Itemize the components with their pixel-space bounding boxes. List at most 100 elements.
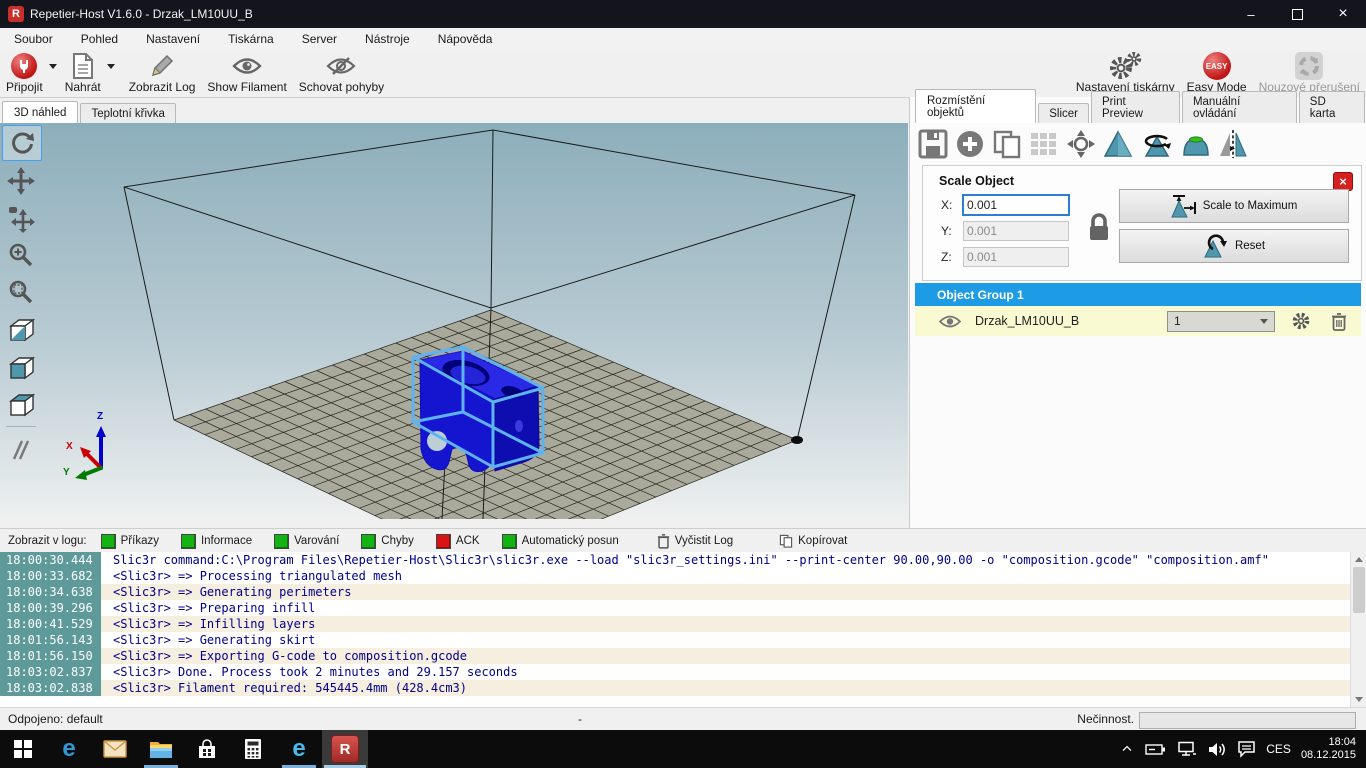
- toggle-prikazy[interactable]: Příkazy: [101, 534, 159, 549]
- menu-server[interactable]: Server: [288, 28, 351, 50]
- object-visibility-toggle[interactable]: [939, 315, 961, 328]
- show-log-button[interactable]: Zobrazit Log: [123, 50, 202, 97]
- cut-object-button[interactable]: [1181, 129, 1211, 159]
- lock-scale-toggle[interactable]: [1086, 212, 1112, 244]
- tab-slicer[interactable]: Slicer: [1038, 103, 1089, 123]
- toggle-automaticky-posun[interactable]: Automatický posun: [502, 534, 619, 549]
- toggle-varovani[interactable]: Varování: [274, 534, 339, 549]
- log-toggle-swatch-5: [502, 534, 517, 549]
- toggle-chyby[interactable]: Chyby: [361, 534, 414, 549]
- tab-3d-nahled[interactable]: 3D náhled: [2, 101, 78, 123]
- taskbar-clock[interactable]: 18:04 08.12.2015: [1301, 736, 1356, 762]
- log-row: 18:00:41.529 <Slic3r> => Infilling layer…: [0, 616, 1350, 632]
- viewport-3d[interactable]: Z X Y: [0, 123, 908, 519]
- iso-view-button[interactable]: [2, 313, 40, 347]
- rotate-view-button[interactable]: [2, 125, 42, 161]
- save-button[interactable]: [918, 129, 948, 159]
- move-view-button[interactable]: [2, 164, 40, 198]
- copy-object-button[interactable]: [992, 129, 1022, 159]
- menu-nastroje[interactable]: Nástroje: [351, 28, 424, 50]
- rotate-object-button[interactable]: [1140, 129, 1174, 159]
- tab-manualni-ovladani[interactable]: Manuální ovládání: [1182, 91, 1297, 123]
- scale-to-maximum-button[interactable]: Scale to Maximum: [1119, 189, 1349, 223]
- log-time: 18:01:56.150: [0, 648, 101, 664]
- log-scrollbar[interactable]: [1350, 552, 1366, 707]
- app-icon: R: [8, 6, 24, 22]
- menu-tiskarna[interactable]: Tiskárna: [214, 28, 288, 50]
- close-button[interactable]: ×: [1320, 0, 1366, 28]
- minimize-button[interactable]: –: [1228, 0, 1274, 28]
- scale-z-input[interactable]: [963, 247, 1069, 267]
- load-button[interactable]: Nahrát: [59, 50, 107, 97]
- toggle-ack[interactable]: ACK: [436, 534, 480, 549]
- show-filament-button[interactable]: Show Filament: [201, 50, 292, 97]
- parallel-projection-button[interactable]: [2, 433, 40, 467]
- language-indicator[interactable]: CES: [1266, 742, 1291, 756]
- scroll-up-icon[interactable]: [1355, 557, 1363, 562]
- add-object-button[interactable]: [955, 129, 985, 159]
- hide-moves-button[interactable]: Schovat pohyby: [293, 50, 390, 97]
- copies-dropdown[interactable]: 1: [1167, 311, 1275, 332]
- start-button[interactable]: [0, 730, 46, 768]
- center-object-button[interactable]: [1066, 129, 1096, 159]
- log-row: 18:01:56.143 <Slic3r> => Generating skir…: [0, 632, 1350, 648]
- speaker-icon[interactable]: [1207, 741, 1227, 758]
- taskbar-internet-explorer[interactable]: e: [276, 730, 322, 768]
- menu-soubor[interactable]: Soubor: [0, 28, 67, 50]
- mirror-object-button[interactable]: [1218, 129, 1248, 159]
- object-row[interactable]: Drzak_LM10UU_B 1: [915, 306, 1361, 336]
- tab-sd-karta[interactable]: SD karta: [1299, 91, 1365, 123]
- menu-nastaveni[interactable]: Nastavení: [132, 28, 214, 50]
- top-view-button[interactable]: [2, 388, 40, 422]
- maximize-icon: [1292, 9, 1303, 20]
- menu-bar: Soubor Pohled Nastavení Tiskárna Server …: [0, 28, 1366, 51]
- log-toggle-swatch-3: [361, 534, 376, 549]
- zoom-in-button[interactable]: [2, 238, 40, 272]
- folder-icon: [149, 740, 173, 759]
- scrollbar-thumb[interactable]: [1353, 567, 1365, 613]
- scale-y-input[interactable]: [963, 221, 1069, 241]
- axis-indicator: Z X Y: [63, 411, 106, 480]
- emergency-stop-button[interactable]: Nouzové přerušení: [1253, 50, 1366, 97]
- notification-icon[interactable]: [1237, 740, 1256, 758]
- tab-teplotni-krivka[interactable]: Teplotní křivka: [80, 103, 176, 123]
- battery-icon[interactable]: [1145, 741, 1167, 757]
- move-object-button[interactable]: [2, 202, 40, 236]
- menu-pohled[interactable]: Pohled: [67, 28, 132, 50]
- object-group-header[interactable]: Object Group 1: [915, 283, 1361, 306]
- object-delete-button[interactable]: [1331, 312, 1347, 331]
- load-dropdown-icon[interactable]: [107, 64, 115, 69]
- taskbar-edge[interactable]: e: [46, 730, 92, 768]
- taskbar-file-explorer[interactable]: [138, 730, 184, 768]
- connect-button[interactable]: Připojit: [0, 50, 49, 97]
- clear-log-button[interactable]: Vyčistit Log: [657, 533, 733, 549]
- easy-mode-button[interactable]: EASY Easy Mode: [1181, 50, 1253, 97]
- move-object-icon: [7, 205, 35, 233]
- rotate-icon: [9, 130, 35, 156]
- reset-scale-button[interactable]: Reset: [1119, 229, 1349, 263]
- taskbar-mail[interactable]: [92, 730, 138, 768]
- scale-object-button[interactable]: [1103, 129, 1133, 159]
- toggle-informace[interactable]: Informace: [181, 534, 252, 549]
- taskbar-calculator[interactable]: [230, 730, 276, 768]
- tab-print-preview[interactable]: Print Preview: [1091, 91, 1180, 123]
- zoom-in-icon: [8, 242, 34, 268]
- menu-napoveda[interactable]: Nápověda: [424, 28, 507, 50]
- log-time: 18:00:34.638: [0, 584, 101, 600]
- taskbar-store[interactable]: [184, 730, 230, 768]
- zoom-fit-button[interactable]: [2, 275, 40, 309]
- maximize-button[interactable]: [1274, 0, 1320, 28]
- tray-chevron-icon[interactable]: [1119, 741, 1135, 757]
- scroll-down-icon[interactable]: [1355, 697, 1363, 702]
- printer-settings-button[interactable]: Nastavení tiskárny: [1070, 50, 1181, 97]
- taskbar-repetier-host[interactable]: R: [322, 730, 368, 768]
- network-icon[interactable]: [1177, 741, 1197, 758]
- tab-rozmisteni-objektu[interactable]: Rozmístění objektů: [915, 89, 1036, 123]
- connect-dropdown-icon[interactable]: [49, 64, 57, 69]
- scale-x-input[interactable]: [963, 195, 1069, 215]
- autoposition-button[interactable]: [1029, 129, 1059, 159]
- front-view-button[interactable]: [2, 351, 40, 385]
- connection-status: Odpojeno: default: [8, 712, 103, 726]
- copy-log-button[interactable]: Kopírovat: [779, 533, 847, 549]
- object-settings-button[interactable]: [1291, 311, 1311, 331]
